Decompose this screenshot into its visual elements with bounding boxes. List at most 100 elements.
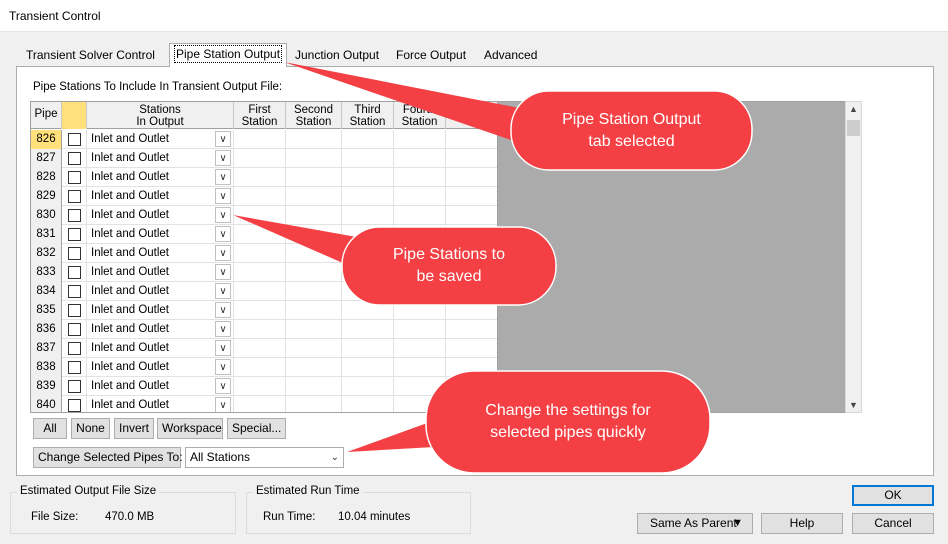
stations-in-output-cell[interactable]: Inlet and Outlet ∨: [87, 149, 234, 168]
row-checkbox[interactable]: [68, 209, 81, 222]
station-cell[interactable]: [286, 339, 342, 358]
row-checkbox[interactable]: [68, 304, 81, 317]
chevron-down-icon[interactable]: ∨: [215, 283, 231, 299]
row-checkbox[interactable]: [68, 361, 81, 374]
station-cell[interactable]: [446, 225, 497, 244]
station-cell[interactable]: [286, 282, 342, 301]
special-selection-button[interactable]: Special...: [227, 418, 286, 439]
table-row[interactable]: 837 Inlet and Outlet ∨: [31, 339, 497, 358]
row-checkbox[interactable]: [68, 247, 81, 260]
station-cell[interactable]: [286, 320, 342, 339]
row-checkbox[interactable]: [68, 133, 81, 146]
station-cell[interactable]: [286, 187, 342, 206]
station-cell[interactable]: [234, 396, 286, 412]
pipe-id-cell[interactable]: 839: [31, 377, 62, 396]
chevron-down-icon[interactable]: ∨: [215, 150, 231, 166]
pipe-id-cell[interactable]: 829: [31, 187, 62, 206]
station-cell[interactable]: [234, 130, 286, 149]
pipe-id-cell[interactable]: 835: [31, 301, 62, 320]
pipe-id-cell[interactable]: 833: [31, 263, 62, 282]
table-row[interactable]: 830 Inlet and Outlet ∨: [31, 206, 497, 225]
stations-in-output-cell[interactable]: Inlet and Outlet ∨: [87, 339, 234, 358]
chevron-down-icon[interactable]: ∨: [215, 397, 231, 412]
station-cell[interactable]: [394, 225, 446, 244]
stations-in-output-cell[interactable]: Inlet and Outlet ∨: [87, 206, 234, 225]
chevron-down-icon[interactable]: ∨: [215, 131, 231, 147]
station-cell[interactable]: [342, 301, 394, 320]
header-fourth-station[interactable]: Fourth Station: [394, 102, 446, 129]
station-cell[interactable]: [234, 244, 286, 263]
table-row[interactable]: 836 Inlet and Outlet ∨: [31, 320, 497, 339]
station-cell[interactable]: [286, 168, 342, 187]
header-second-station[interactable]: Second Station: [286, 102, 342, 129]
station-cell[interactable]: [286, 149, 342, 168]
chevron-down-icon[interactable]: ∨: [215, 264, 231, 280]
station-cell[interactable]: [234, 301, 286, 320]
pipe-id-cell[interactable]: 831: [31, 225, 62, 244]
header-fifth-station[interactable]: Fifth St: [446, 102, 497, 129]
station-cell[interactable]: [446, 358, 497, 377]
station-cell[interactable]: [446, 149, 497, 168]
station-cell[interactable]: [286, 263, 342, 282]
station-cell[interactable]: [234, 225, 286, 244]
row-checkbox[interactable]: [68, 228, 81, 241]
station-cell[interactable]: [394, 149, 446, 168]
table-row[interactable]: 839 Inlet and Outlet ∨: [31, 377, 497, 396]
station-cell[interactable]: [342, 206, 394, 225]
station-cell[interactable]: [286, 377, 342, 396]
scroll-thumb[interactable]: [847, 120, 860, 136]
station-cell[interactable]: [394, 130, 446, 149]
station-cell[interactable]: [342, 168, 394, 187]
station-cell[interactable]: [446, 130, 497, 149]
station-cell[interactable]: [234, 358, 286, 377]
table-row[interactable]: 831 Inlet and Outlet ∨: [31, 225, 497, 244]
grid-vertical-scrollbar[interactable]: ▲ ▼: [845, 101, 862, 413]
station-cell[interactable]: [342, 377, 394, 396]
header-stations-in-output[interactable]: Stations In Output: [87, 102, 234, 129]
pipe-id-cell[interactable]: 832: [31, 244, 62, 263]
pipe-id-cell[interactable]: 826: [31, 130, 62, 149]
station-cell[interactable]: [234, 187, 286, 206]
station-cell[interactable]: [394, 206, 446, 225]
pipe-id-cell[interactable]: 840: [31, 396, 62, 412]
station-cell[interactable]: [342, 339, 394, 358]
ok-button[interactable]: OK: [852, 485, 934, 506]
tab-advanced[interactable]: Advanced: [478, 45, 543, 67]
stations-in-output-cell[interactable]: Inlet and Outlet ∨: [87, 282, 234, 301]
same-as-parent-button[interactable]: Same As Parent ▼: [637, 513, 753, 534]
station-cell[interactable]: [446, 168, 497, 187]
station-cell[interactable]: [286, 301, 342, 320]
station-cell[interactable]: [446, 206, 497, 225]
header-select-column[interactable]: [62, 102, 87, 129]
station-cell[interactable]: [342, 358, 394, 377]
header-first-station[interactable]: First Station: [234, 102, 286, 129]
station-cell[interactable]: [234, 377, 286, 396]
station-cell[interactable]: [446, 377, 497, 396]
chevron-down-icon[interactable]: ∨: [215, 302, 231, 318]
station-cell[interactable]: [342, 320, 394, 339]
pipe-id-cell[interactable]: 830: [31, 206, 62, 225]
chevron-down-icon[interactable]: ∨: [215, 378, 231, 394]
chevron-down-icon[interactable]: ∨: [215, 245, 231, 261]
scroll-down-icon[interactable]: ▼: [846, 400, 861, 410]
station-cell[interactable]: [394, 301, 446, 320]
station-cell[interactable]: [342, 149, 394, 168]
table-row[interactable]: 835 Inlet and Outlet ∨: [31, 301, 497, 320]
pipe-id-cell[interactable]: 828: [31, 168, 62, 187]
tab-transient-solver-control[interactable]: Transient Solver Control: [20, 45, 161, 67]
station-cell[interactable]: [446, 339, 497, 358]
table-row[interactable]: 826 Inlet and Outlet ∨: [31, 130, 497, 149]
table-row[interactable]: 838 Inlet and Outlet ∨: [31, 358, 497, 377]
station-cell[interactable]: [394, 377, 446, 396]
station-cell[interactable]: [286, 206, 342, 225]
stations-in-output-cell[interactable]: Inlet and Outlet ∨: [87, 168, 234, 187]
tab-pipe-station-output[interactable]: Pipe Station Output: [169, 43, 288, 67]
row-checkbox[interactable]: [68, 152, 81, 165]
table-row[interactable]: 827 Inlet and Outlet ∨: [31, 149, 497, 168]
row-checkbox[interactable]: [68, 342, 81, 355]
station-cell[interactable]: [342, 396, 394, 412]
chevron-down-icon[interactable]: ∨: [215, 340, 231, 356]
row-checkbox[interactable]: [68, 285, 81, 298]
row-checkbox[interactable]: [68, 171, 81, 184]
stations-in-output-cell[interactable]: Inlet and Outlet ∨: [87, 320, 234, 339]
